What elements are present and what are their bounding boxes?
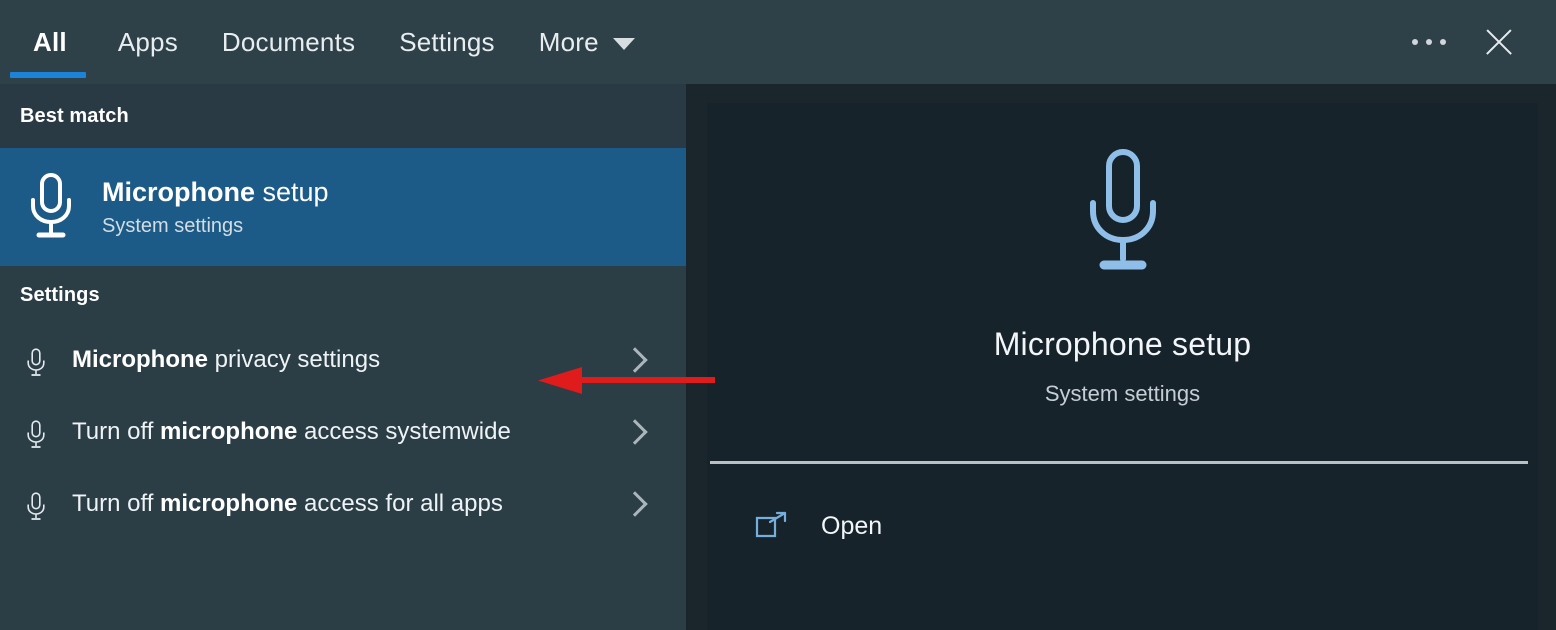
list-item[interactable]: Microphone privacy settings xyxy=(0,324,686,396)
microphone-icon xyxy=(0,346,72,378)
list-item-label-part: Turn off xyxy=(72,490,161,517)
tab-documents-label: Documents xyxy=(221,26,356,57)
open-external-icon xyxy=(755,511,799,541)
search-flyout: All Apps Documents Settings More Best ma… xyxy=(0,0,1556,630)
list-item[interactable]: Turn off microphone access systemwide xyxy=(0,396,686,468)
list-item-label: Microphone privacy settings xyxy=(72,326,380,394)
preview-subtitle: System settings xyxy=(1044,381,1201,406)
preview-title: Microphone setup xyxy=(993,326,1252,362)
results-panel: Best match Microphone setup System setti… xyxy=(0,84,686,630)
tab-more-label: More xyxy=(538,26,599,57)
more-options-button[interactable] xyxy=(1394,0,1464,84)
best-match-subtitle: System settings xyxy=(102,214,244,237)
tab-all-label: All xyxy=(33,26,67,57)
tab-documents[interactable]: Documents xyxy=(200,0,377,84)
best-match-text: Microphone setup System settings xyxy=(102,176,329,237)
tab-more[interactable]: More xyxy=(517,0,657,84)
chevron-right-icon[interactable] xyxy=(622,347,648,373)
open-action-button[interactable]: Open xyxy=(707,498,1538,554)
best-match-title: Microphone setup xyxy=(102,176,329,207)
list-item-label-part: microphone xyxy=(160,418,298,445)
ellipsis-icon xyxy=(1412,39,1446,45)
best-match-title-rest: setup xyxy=(255,176,329,207)
close-button[interactable] xyxy=(1464,0,1534,84)
preview-panel: Microphone setup System settings Open xyxy=(707,103,1538,630)
list-item-label: Turn off microphone access for all apps xyxy=(72,470,503,538)
tab-apps-label: Apps xyxy=(117,26,178,57)
best-match-result-row[interactable]: Microphone setup System settings xyxy=(0,148,686,266)
list-item-label: Turn off microphone access systemwide xyxy=(72,398,511,466)
list-item-label-part: privacy settings xyxy=(208,346,381,373)
tab-apps[interactable]: Apps xyxy=(96,0,200,84)
chevron-right-icon[interactable] xyxy=(622,419,648,445)
close-icon xyxy=(1482,25,1516,59)
tab-bar: All Apps Documents Settings More xyxy=(0,0,657,84)
list-item[interactable]: Turn off microphone access for all apps xyxy=(0,468,686,540)
topbar-controls xyxy=(1394,0,1556,84)
best-match-title-bold: Microphone xyxy=(102,176,255,207)
open-action-label: Open xyxy=(821,511,883,540)
list-item-label-part: microphone xyxy=(160,490,298,517)
chevron-down-icon xyxy=(612,38,635,50)
preview-hero: Microphone setup System settings xyxy=(707,103,1538,461)
list-item-label-part: Microphone xyxy=(72,346,208,373)
tab-settings-label: Settings xyxy=(399,26,495,57)
microphone-icon xyxy=(0,490,72,522)
microphone-icon xyxy=(0,418,72,450)
best-match-heading: Best match xyxy=(0,84,686,148)
list-item-label-part: Turn off xyxy=(72,418,161,445)
microphone-icon xyxy=(1077,147,1169,284)
tab-all[interactable]: All xyxy=(0,0,96,84)
settings-heading: Settings xyxy=(20,283,100,306)
preview-actions: Open xyxy=(707,464,1538,554)
chevron-right-icon[interactable] xyxy=(622,491,648,517)
list-item-label-part: access systemwide xyxy=(297,418,511,445)
tab-active-indicator xyxy=(9,72,86,78)
microphone-icon xyxy=(0,172,102,242)
search-topbar: All Apps Documents Settings More xyxy=(0,0,1556,84)
tab-settings[interactable]: Settings xyxy=(377,0,517,84)
list-item-label-part: access for all apps xyxy=(297,490,503,517)
